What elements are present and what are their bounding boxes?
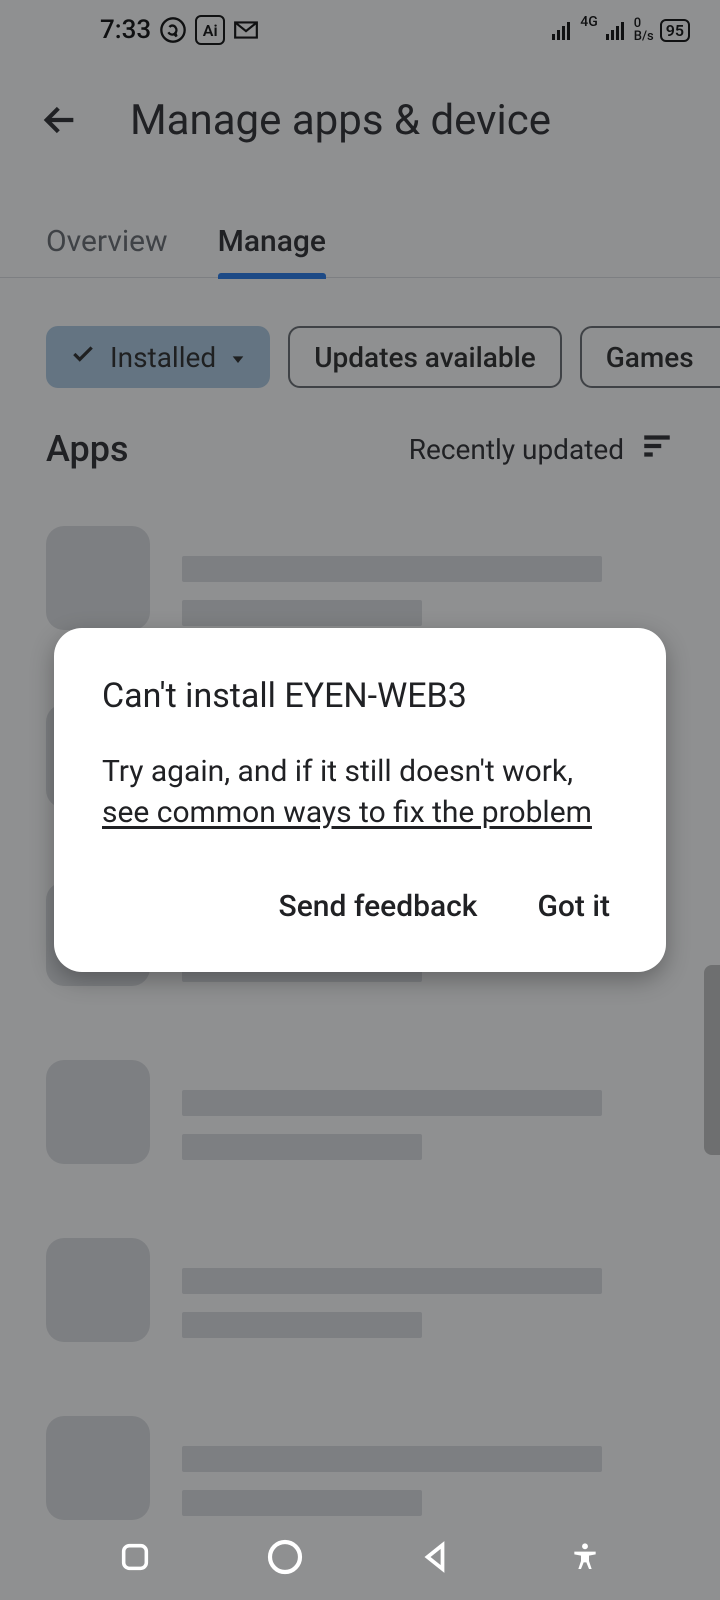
dialog-actions: Send feedback Got it [102,889,618,924]
dialog-title: Can't install EYEN-WEB3 [102,676,618,716]
nav-accessibility-button[interactable] [561,1533,609,1581]
dialog-body-text: Try again, and if it still doesn't work, [102,754,573,789]
modal-overlay[interactable]: Can't install EYEN-WEB3 Try again, and i… [0,0,720,1600]
square-icon [118,1540,152,1574]
circle-icon [265,1537,305,1577]
got-it-button[interactable]: Got it [537,889,610,924]
nav-home-button[interactable] [261,1533,309,1581]
send-feedback-button[interactable]: Send feedback [279,889,478,924]
error-dialog: Can't install EYEN-WEB3 Try again, and i… [54,628,666,972]
nav-recent-button[interactable] [111,1533,159,1581]
nav-bar [0,1514,720,1600]
dialog-body: Try again, and if it still doesn't work,… [102,752,618,833]
triangle-left-icon [417,1539,453,1575]
accessibility-icon [569,1541,601,1573]
nav-back-button[interactable] [411,1533,459,1581]
dialog-help-link[interactable]: see common ways to fix the problem [102,795,592,830]
